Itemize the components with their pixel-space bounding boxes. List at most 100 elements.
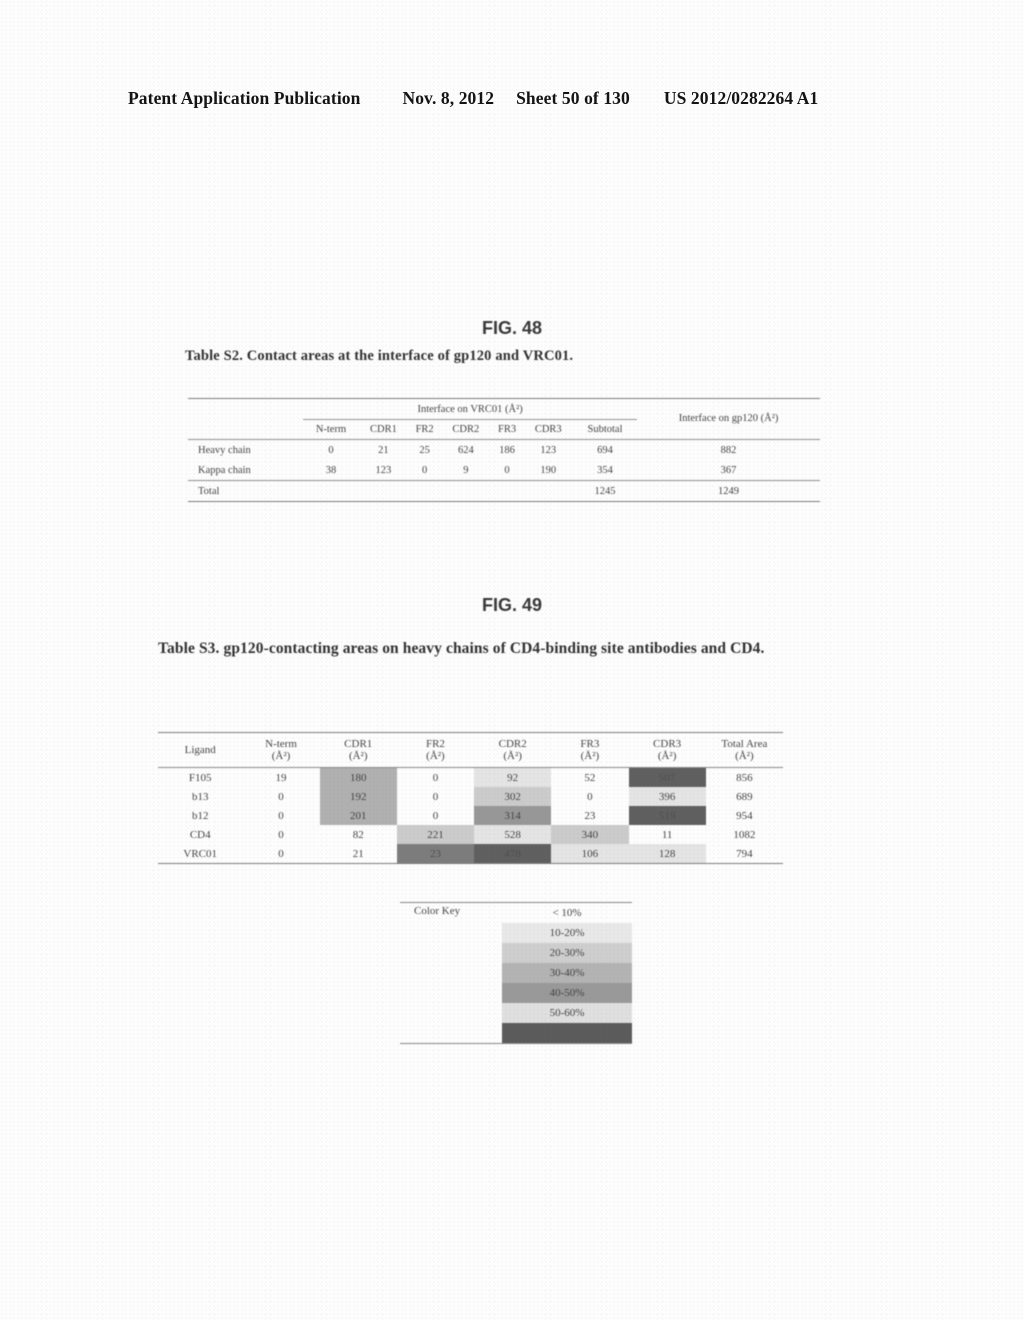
cell-value: 519 (658, 809, 676, 822)
heat-cell: 1082 (706, 825, 783, 844)
header-cdr3: CDR3 (534, 424, 562, 435)
document-running-header: Patent Application Publication Nov. 8, 2… (128, 88, 896, 109)
cell-value: 128 (658, 847, 676, 860)
group-header-interface-vrc01: Interface on VRC01 (Å²) (303, 398, 638, 420)
table-s3: Ligand N-term (Å²) CDR1 (Å²) FR2 (Å²) CD… (158, 732, 783, 864)
color-key-row: 10-20% (400, 923, 632, 943)
heat-cell: 396 (628, 787, 706, 806)
heat-cell: 19 (242, 768, 319, 788)
row-label-ligand: b12 (191, 809, 209, 822)
cell-value: 0 (278, 847, 284, 860)
header-fr2-name: FR2 (425, 737, 445, 750)
header-fr3-name: FR3 (580, 737, 600, 750)
cell-value: 794 (736, 847, 753, 860)
cell-total-gp120: 1249 (718, 485, 740, 497)
heat-cell: 0 (397, 768, 474, 788)
row-label-ligand: VRC01 (158, 844, 243, 864)
row-label-ligand: CD4 (189, 828, 211, 841)
header-total-area: Total Area (Å²) (705, 732, 783, 768)
cell-value: 882 (720, 444, 737, 456)
figure-48-label: FIG. 48 (481, 318, 543, 338)
heat-cell: 0 (242, 844, 320, 864)
cell-empty (408, 481, 441, 502)
cell-value: 689 (736, 790, 753, 803)
heat-cell: 11 (629, 825, 706, 844)
cell-value: 0 (278, 828, 284, 841)
color-key-row: > 60% (400, 1023, 632, 1044)
header-ligand-blank (188, 420, 303, 440)
cell-value: 367 (720, 464, 737, 476)
header-ligand-name: Ligand (184, 743, 216, 756)
heat-cell: 82 (320, 825, 397, 844)
header-cdr2-unit: (Å²) (503, 750, 522, 762)
heat-cell: 128 (628, 844, 706, 864)
heat-cell: 314 (474, 806, 552, 825)
table-s3-body: F105 19 180 0 92 52 507 856 b13 0 192 0 302 0 396 689 b1… (158, 767, 783, 864)
header-cdr3-unit: (Å²) (657, 750, 677, 762)
cell-value: 9 (463, 464, 469, 476)
cell-value: 23 (584, 809, 596, 822)
cell-empty (524, 481, 573, 502)
cell-value: 82 (352, 828, 364, 841)
header-fr2-unit: (Å²) (426, 750, 445, 762)
color-key-spacer (400, 1023, 503, 1044)
heat-cell: 478 (474, 844, 552, 864)
publication-label: Patent Application Publication (128, 88, 361, 108)
cell-value: 190 (540, 464, 557, 476)
color-key-swatch: 30-40% (502, 963, 632, 983)
header-fr2: FR2 (Å²) (396, 732, 475, 768)
cell-value: 0 (278, 790, 284, 803)
cell-value: 106 (581, 847, 599, 860)
header-interface-gp120-text: Interface on gp120 (Å²) (678, 413, 779, 425)
cell-value: 186 (499, 444, 515, 456)
heat-cell: 23 (396, 844, 475, 864)
heat-cell: 528 (474, 825, 552, 844)
header-cdr1: CDR1 (Å²) (319, 732, 397, 768)
cell-value: 0 (422, 464, 428, 476)
cell-value: 954 (736, 809, 753, 822)
color-key-row: Color Key < 10% (400, 902, 632, 923)
header-cdr3-name: CDR3 (653, 737, 682, 750)
row-label-ligand: b13 (191, 790, 209, 803)
cell-value: 123 (375, 464, 392, 476)
color-key-band-label: 40-50% (549, 987, 585, 999)
table-s3-grid: Ligand N-term (Å²) CDR1 (Å²) FR2 (Å²) CD… (158, 732, 783, 864)
cell-value: 0 (587, 790, 593, 803)
table-s2: Interface on VRC01 (Å²) Interface on gp1… (188, 398, 820, 502)
cell-value: 396 (658, 790, 676, 803)
table-row: Ligand N-term (Å²) CDR1 (Å²) FR2 (Å²) CD… (158, 732, 783, 768)
patent-page: Patent Application Publication Nov. 8, 2… (0, 0, 1024, 1320)
cell-empty (303, 481, 359, 502)
cell-value: 38 (325, 464, 337, 476)
color-key-row: 30-40% (400, 963, 632, 983)
heat-cell: 689 (706, 787, 783, 806)
header-fr3-unit: (Å²) (580, 750, 600, 762)
corner-cell (188, 399, 303, 420)
heat-cell: 192 (319, 787, 397, 806)
cell-empty (441, 481, 490, 502)
cell-value: 0 (432, 790, 439, 803)
table-row: b12 0 201 0 314 23 519 954 (158, 806, 783, 825)
header-total-area-unit: (Å²) (735, 750, 754, 762)
heat-cell: 302 (474, 787, 552, 806)
cell-value: 52 (584, 771, 596, 784)
color-key-spacer (400, 983, 502, 1003)
document-number: US 2012/0282264 A1 (663, 88, 819, 108)
cell-value: 0 (504, 464, 510, 476)
cell-value: 340 (581, 828, 599, 841)
color-key-swatch: 20-30% (502, 943, 632, 963)
table-row: CD4 0 82 221 528 340 11 1082 (158, 825, 783, 844)
row-label-ligand: F105 (188, 771, 212, 784)
row-label-heavy-chain: Heavy chain (198, 444, 251, 456)
heat-cell: 106 (551, 844, 629, 864)
heat-cell: 340 (551, 825, 629, 844)
table-row: Interface on VRC01 (Å²) Interface on gp1… (188, 398, 820, 424)
header-total-area-name: Total Area (721, 737, 768, 750)
header-n-term: N-term (315, 424, 347, 435)
cell-value: 0 (328, 444, 334, 456)
cell-value: 354 (597, 464, 613, 476)
heat-cell: 92 (474, 767, 552, 787)
heat-cell: 23 (551, 806, 628, 825)
header-fr2: FR2 (415, 424, 434, 435)
cell-value: 624 (457, 444, 474, 456)
